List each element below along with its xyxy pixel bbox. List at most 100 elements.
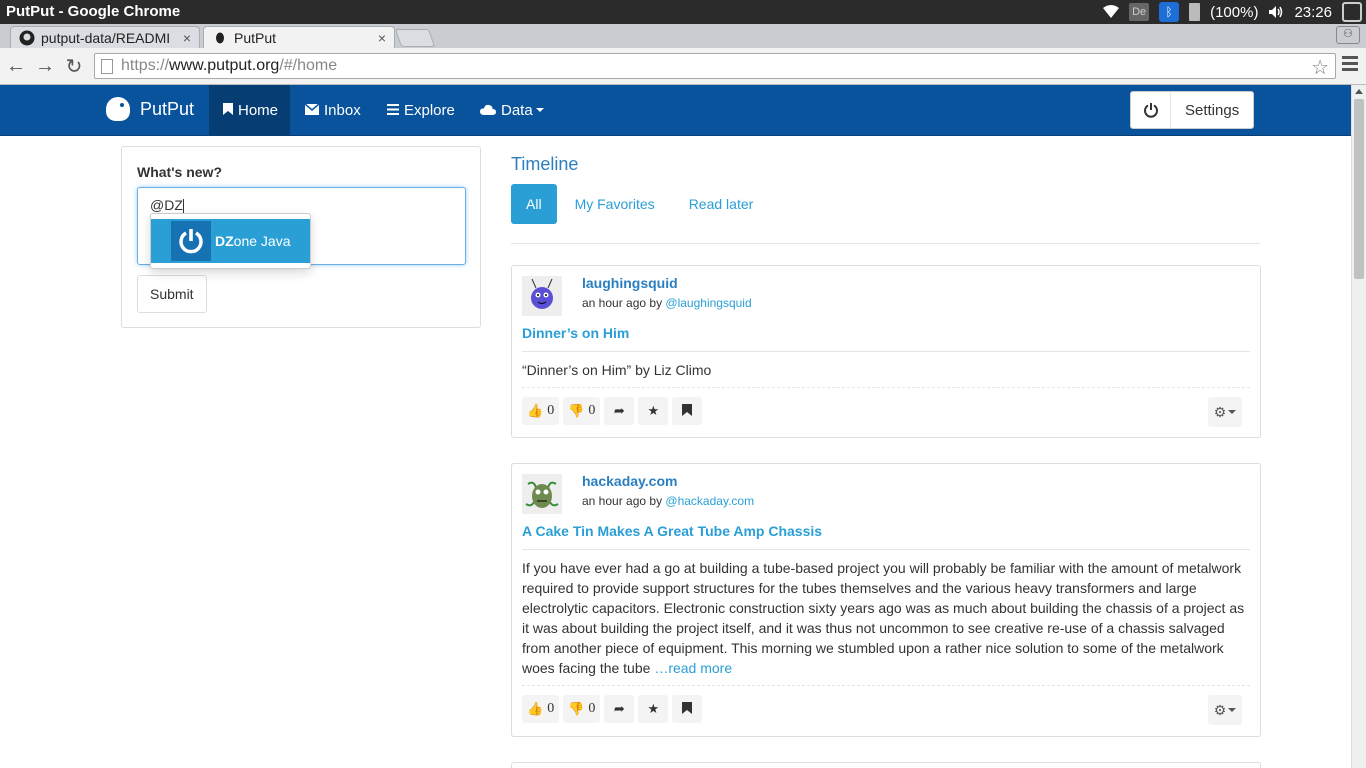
page-scrollbar[interactable] [1351,85,1366,768]
profile-icon[interactable]: ⚇ [1336,26,1360,44]
post-actions: 👍 0 👎 0 ➦ ★ [522,695,704,723]
close-icon[interactable]: × [378,30,386,46]
thumbs-up-icon: 👍 [527,701,544,716]
caret-down-icon [535,108,544,112]
address-bar[interactable]: https://www.putput.org/#/home ☆ [94,53,1336,79]
nav-explore[interactable]: Explore [373,85,469,135]
dislike-button[interactable]: 👎 0 [563,695,601,723]
divider [522,549,1250,550]
power-icon [1143,103,1158,118]
post-options-button[interactable]: ⚙ [1208,695,1242,725]
post-card: hackaday.com an hour ago by @hackaday.co… [511,463,1261,737]
url-text[interactable]: https://www.putput.org/#/home [121,57,337,75]
forward-arrow-icon[interactable]: → [33,54,57,78]
bookmark-star-icon[interactable]: ☆ [1311,55,1329,80]
share-icon: ➦ [613,403,625,418]
gear-icon: ⚙ [1213,403,1227,420]
post-body: “Dinner’s on Him” by Liz Climo [522,362,712,378]
divider [522,351,1250,352]
pill-read-later[interactable]: Read later [673,184,770,224]
share-button[interactable]: ➦ [604,397,635,425]
tab-putput[interactable]: PutPut × [203,26,395,48]
mention-suggestion[interactable]: DZone Java [151,219,310,263]
post-body: If you have ever had a go at building a … [522,560,1245,676]
bookmark-icon [682,403,693,419]
wifi-icon[interactable] [1103,5,1120,19]
like-button[interactable]: 👍 0 [522,695,560,723]
tab-label: PutPut [234,29,277,46]
compose-label: What's new? [137,164,222,180]
cloud-icon [480,103,496,118]
thumbs-up-icon: 👍 [527,403,544,418]
avatar[interactable] [522,474,562,514]
read-later-button[interactable] [672,695,703,723]
pill-all[interactable]: All [511,184,557,224]
logout-button[interactable] [1131,92,1171,128]
dislike-button[interactable]: 👎 0 [563,397,601,425]
timeline-filter-pills: All My Favorites Read later [511,184,771,224]
post-options-button[interactable]: ⚙ [1208,397,1242,427]
list-icon [387,103,399,118]
scroll-up-icon[interactable] [1355,89,1363,94]
post-actions: 👍 0 👎 0 ➦ ★ [522,397,704,425]
github-icon [19,30,35,46]
bookmark-icon [682,701,693,717]
close-icon[interactable]: × [183,30,191,46]
thumbs-down-icon: 👎 [568,701,585,716]
thumbs-down-icon: 👎 [568,403,585,418]
power-icon [171,221,211,261]
pill-my-favorites[interactable]: My Favorites [559,184,671,224]
star-icon: ★ [647,701,660,716]
nav-home[interactable]: Home [209,85,290,135]
bookmark-icon [223,102,233,118]
caret-down-icon [1228,410,1237,414]
reload-icon[interactable]: ↻ [62,54,86,78]
nav-data-dropdown[interactable]: Data [466,85,558,135]
read-more-link[interactable]: …read more [654,660,732,676]
favorite-button[interactable]: ★ [638,695,669,723]
clock: 23:26 [1294,3,1332,21]
post-title[interactable]: Dinner’s on Him [522,325,629,341]
app-navbar: PutPut Home Inbox Explore Data Settings [0,85,1351,136]
tab-github-readme[interactable]: putput-data/READMI × [10,26,200,48]
post-handle[interactable]: @laughingsquid [665,296,751,310]
post-meta: an hour ago by @hackaday.com [582,494,755,508]
envelope-icon [304,102,320,118]
bluetooth-icon[interactable]: ᛒ [1159,2,1180,22]
share-button[interactable]: ➦ [604,695,635,723]
suggestion-label: DZone Java [215,233,291,249]
nav-inbox[interactable]: Inbox [291,85,375,135]
chrome-menu-icon[interactable] [1342,56,1358,74]
read-later-button[interactable] [672,397,703,425]
scrollbar-thumb[interactable] [1354,99,1364,279]
new-tab-button[interactable] [394,29,436,47]
post-author[interactable]: hackaday.com [582,473,677,489]
settings-button-group: Settings [1130,91,1255,129]
page-icon [101,58,113,74]
post-card: laughingsquid an hour ago by @laughingsq… [511,265,1261,438]
post-author[interactable]: laughingsquid [582,275,678,291]
submit-button[interactable]: Submit [137,275,207,313]
star-icon: ★ [647,403,660,418]
caret-down-icon [1228,708,1237,712]
post-handle[interactable]: @hackaday.com [665,494,754,508]
post-title[interactable]: A Cake Tin Makes A Great Tube Amp Chassi… [522,523,822,539]
volume-icon[interactable] [1268,5,1284,19]
settings-button[interactable]: Settings [1171,92,1253,128]
keyboard-layout-indicator[interactable]: De [1129,3,1150,21]
avatar[interactable] [522,276,562,316]
brand-name: PutPut [140,98,195,119]
timeline-title: Timeline [511,154,579,174]
like-button[interactable]: 👍 0 [522,397,560,425]
mention-autocomplete: DZone Java [150,213,311,269]
back-arrow-icon[interactable]: ← [4,54,28,78]
brand-link[interactable]: PutPut [106,97,194,121]
tab-strip: putput-data/READMI × PutPut × ⚇ [0,24,1366,48]
tab-label: putput-data/READMI [41,29,171,46]
session-menu-icon[interactable] [1342,2,1362,22]
divider [522,387,1250,388]
post-meta: an hour ago by @laughingsquid [582,296,752,310]
favorite-button[interactable]: ★ [638,397,669,425]
battery-icon[interactable] [1189,3,1201,21]
browser-toolbar: ← → ↻ https://www.putput.org/#/home ☆ [0,48,1366,85]
